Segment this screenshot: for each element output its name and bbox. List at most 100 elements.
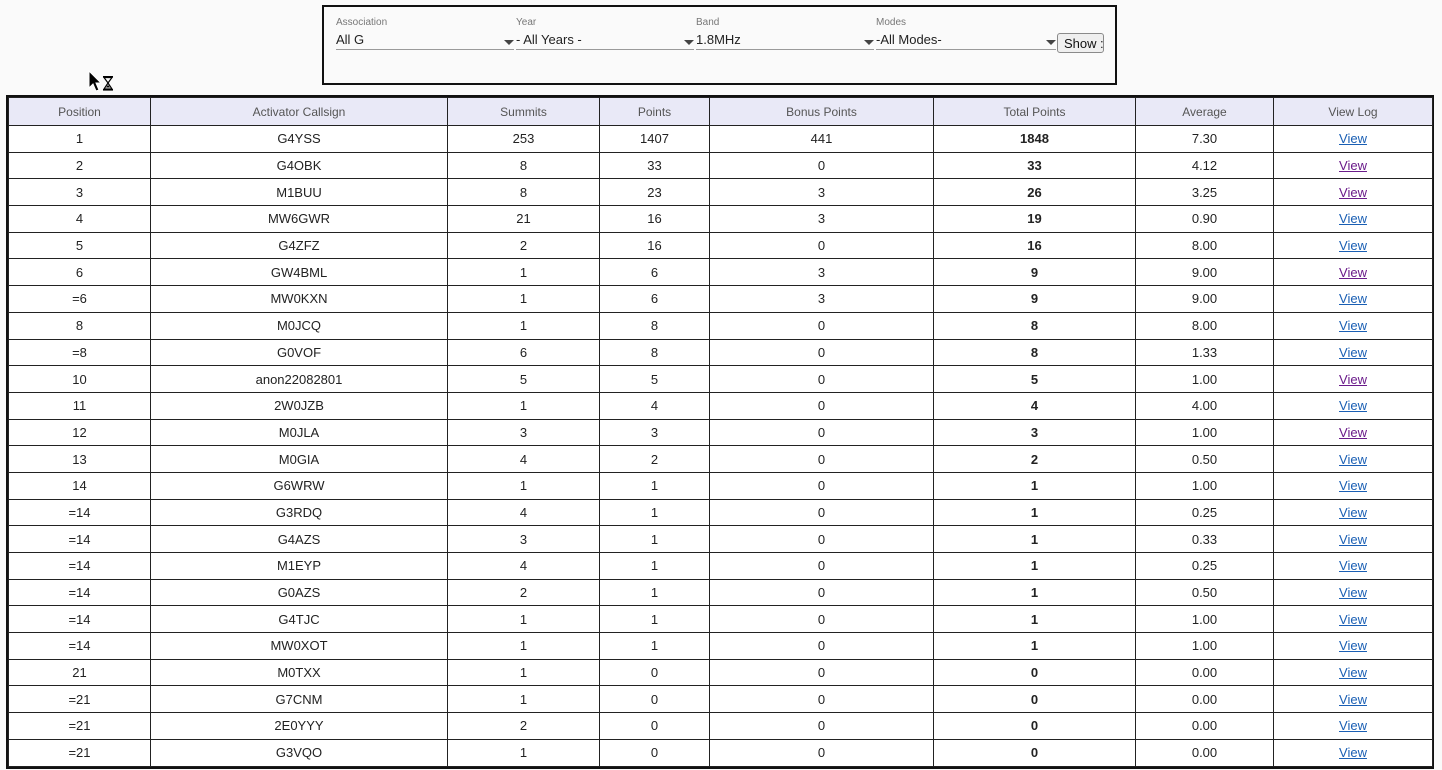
cell-view-log: View [1273,285,1433,313]
dropdown-arrow-icon[interactable] [504,40,514,45]
cell-callsign: G0AZS [150,578,448,607]
cell-callsign: G6WRW [150,471,448,500]
cell-summits: 3 [447,525,600,553]
cell-position: 21 [8,658,151,687]
show-button[interactable]: Show [1057,33,1104,53]
association-value[interactable]: All G [336,31,514,50]
cell-position: 6 [8,258,151,287]
view-log-link[interactable]: View [1339,558,1367,573]
view-log-link[interactable]: View [1339,398,1367,413]
cell-average: 0.50 [1135,578,1274,607]
cell-points: 6 [599,285,710,313]
view-log-link[interactable]: View [1339,718,1367,733]
cell-points: 0 [599,712,710,740]
table-header-row: Position Activator Callsign Summits Poin… [8,97,1433,126]
band-value[interactable]: 1.8MHz [696,31,874,50]
cell-total-points: 9 [933,258,1136,287]
dropdown-arrow-icon[interactable] [684,40,694,45]
cell-points: 23 [599,178,710,207]
column-header-points[interactable]: Points [599,97,710,126]
cell-total-points: 26 [933,178,1136,207]
cell-bonus-points: 0 [709,391,934,420]
cell-total-points: 1 [933,605,1136,634]
view-log-link[interactable]: View [1339,158,1367,173]
cell-points: 3 [599,418,710,447]
results-table: Position Activator Callsign Summits Poin… [8,97,1433,767]
cell-average: 8.00 [1135,231,1274,260]
view-log-link[interactable]: View [1339,211,1367,226]
band-select[interactable]: Band 1.8MHz [696,17,874,57]
cell-callsign: G4AZS [150,525,448,553]
cell-bonus-points: 0 [709,471,934,500]
cell-average: 0.00 [1135,685,1274,714]
dropdown-arrow-icon[interactable] [864,40,874,45]
cell-position: 14 [8,471,151,500]
table-row: =21 2E0YYY 2 0 0 0 0.00 View [8,712,1433,740]
year-value[interactable]: - All Years - [516,31,694,50]
cell-view-log: View [1273,205,1433,233]
cell-bonus-points: 0 [709,685,934,714]
cell-bonus-points: 0 [709,445,934,473]
view-log-link[interactable]: View [1339,265,1367,280]
view-log-link[interactable]: View [1339,291,1367,306]
association-select[interactable]: Association All G [336,17,514,57]
view-log-link[interactable]: View [1339,452,1367,467]
cell-position: 4 [8,205,151,233]
cell-summits: 8 [447,178,600,207]
cell-points: 4 [599,391,710,420]
view-log-link[interactable]: View [1339,745,1367,760]
cell-callsign: G3RDQ [150,498,448,527]
view-log-link[interactable]: View [1339,372,1367,387]
trailing-colon: : [1100,36,1104,51]
cell-points: 0 [599,685,710,714]
dropdown-arrow-icon[interactable] [1046,40,1056,45]
view-log-link[interactable]: View [1339,131,1367,146]
cell-summits: 21 [447,205,600,233]
view-log-link[interactable]: View [1339,585,1367,600]
view-log-link[interactable]: View [1339,318,1367,333]
cell-average: 1.00 [1135,605,1274,634]
cell-points: 1 [599,578,710,607]
band-label: Band [696,17,720,28]
cell-average: 0.00 [1135,712,1274,740]
view-log-link[interactable]: View [1339,692,1367,707]
cell-view-log: View [1273,231,1433,260]
modes-value[interactable]: -All Modes- [876,31,1056,50]
view-log-link[interactable]: View [1339,665,1367,680]
cell-average: 1.00 [1135,632,1274,660]
view-log-link[interactable]: View [1339,532,1367,547]
column-header-callsign[interactable]: Activator Callsign [150,97,448,126]
view-log-link[interactable]: View [1339,505,1367,520]
view-log-link[interactable]: View [1339,345,1367,360]
column-header-summits[interactable]: Summits [447,97,600,126]
cell-total-points: 4 [933,391,1136,420]
column-header-total-points[interactable]: Total Points [933,97,1136,126]
cell-average: 3.25 [1135,178,1274,207]
column-header-bonus-points[interactable]: Bonus Points [709,97,934,126]
cell-callsign: M0GIA [150,445,448,473]
cell-view-log: View [1273,712,1433,740]
cell-total-points: 1 [933,632,1136,660]
cell-bonus-points: 0 [709,338,934,367]
view-log-link[interactable]: View [1339,478,1367,493]
column-header-position[interactable]: Position [8,97,151,126]
cell-points: 6 [599,258,710,287]
cell-position: =21 [8,712,151,740]
view-log-link[interactable]: View [1339,185,1367,200]
table-body: 1 G4YSS 253 1407 441 1848 7.30 View 2 G4OBK 8 33 0 33… [8,125,1433,767]
cell-callsign: G4ZFZ [150,231,448,260]
cell-bonus-points: 0 [709,365,934,393]
year-select[interactable]: Year - All Years - [516,17,694,57]
column-header-average[interactable]: Average [1135,97,1274,126]
cell-callsign: 2W0JZB [150,391,448,420]
view-log-link[interactable]: View [1339,612,1367,627]
cell-average: 0.25 [1135,498,1274,527]
cell-position: 8 [8,311,151,340]
cell-average: 0.00 [1135,658,1274,687]
cell-position: =6 [8,285,151,313]
view-log-link[interactable]: View [1339,638,1367,653]
cell-position: 10 [8,365,151,393]
view-log-link[interactable]: View [1339,425,1367,440]
modes-select[interactable]: Modes -All Modes- [876,17,1056,57]
view-log-link[interactable]: View [1339,238,1367,253]
